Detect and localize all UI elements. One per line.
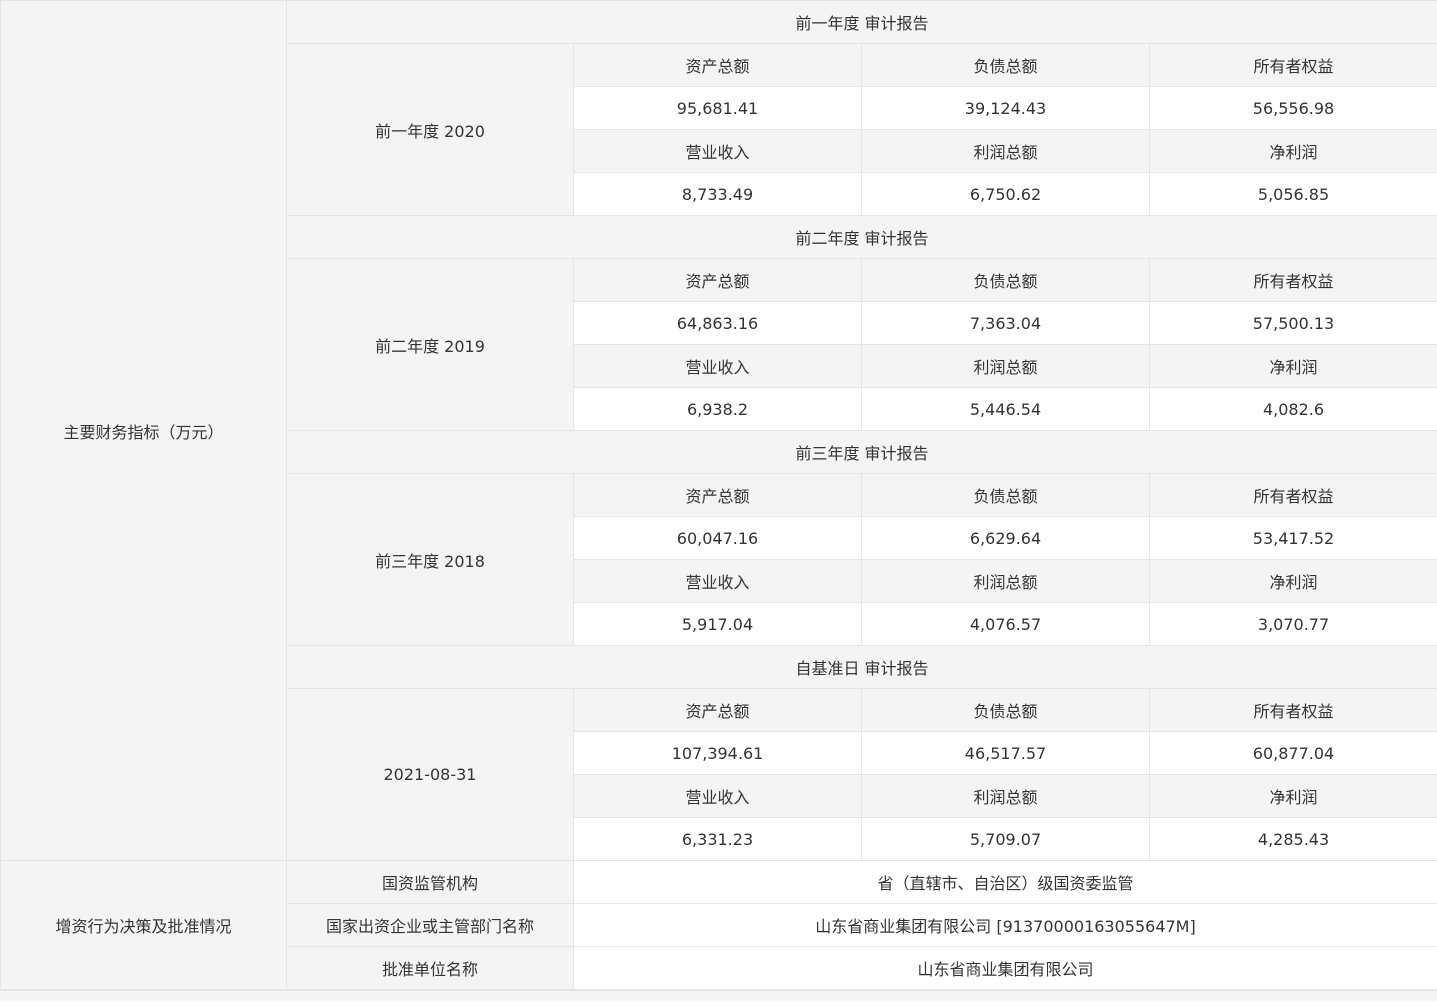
net-profit-label: 净利润 xyxy=(1148,129,1437,173)
total-liabilities-value: 7,363.04 xyxy=(861,301,1150,345)
total-profit-label: 利润总额 xyxy=(861,559,1150,603)
total-assets-label: 资产总额 xyxy=(573,43,862,87)
total-liabilities-label: 负债总额 xyxy=(861,473,1150,517)
period-header: 前一年度 审计报告 xyxy=(285,0,1437,44)
approval-row-value: 省（直辖市、自治区）级国资委监管 xyxy=(572,860,1437,904)
total-assets-label: 资产总额 xyxy=(573,688,862,732)
revenue-label: 营业收入 xyxy=(573,559,862,603)
revenue-value: 8,733.49 xyxy=(573,172,862,216)
financial-indicators-table: 主要财务指标（万元） 前一年度 审计报告 前一年度 2020 资产总额 负债总额… xyxy=(0,0,1437,990)
total-liabilities-label: 负债总额 xyxy=(861,688,1150,732)
total-profit-value: 6,750.62 xyxy=(861,172,1150,216)
total-assets-value: 60,047.16 xyxy=(573,516,862,560)
approval-section-label: 增资行为决策及批准情况 xyxy=(0,860,287,990)
total-profit-label: 利润总额 xyxy=(861,344,1150,388)
period-header: 前二年度 审计报告 xyxy=(285,215,1437,259)
net-profit-label: 净利润 xyxy=(1148,344,1437,388)
total-assets-label: 资产总额 xyxy=(573,473,862,517)
period-label: 前一年度 2020 xyxy=(286,43,574,216)
owners-equity-value: 57,500.13 xyxy=(1148,301,1437,345)
period-label: 前二年度 2019 xyxy=(286,258,574,431)
revenue-value: 6,938.2 xyxy=(573,387,862,431)
total-profit-value: 5,446.54 xyxy=(861,387,1150,431)
revenue-value: 6,331.23 xyxy=(573,817,862,861)
period-header: 自基准日 审计报告 xyxy=(285,645,1437,689)
period-header: 前三年度 审计报告 xyxy=(285,430,1437,474)
total-profit-value: 4,076.57 xyxy=(861,602,1150,646)
main-financial-label: 主要财务指标（万元） xyxy=(0,0,287,861)
revenue-value: 5,917.04 xyxy=(573,602,862,646)
approval-row: 增资行为决策及批准情况 国资监管机构 省（直辖市、自治区）级国资委监管 xyxy=(0,860,1437,990)
period-label: 2021-08-31 xyxy=(286,688,574,861)
total-assets-label: 资产总额 xyxy=(573,258,862,302)
owners-equity-label: 所有者权益 xyxy=(1148,43,1437,87)
owners-equity-label: 所有者权益 xyxy=(1148,258,1437,302)
bottom-divider xyxy=(0,990,1437,1001)
net-profit-value: 4,285.43 xyxy=(1148,817,1437,861)
approval-row-value: 山东省商业集团有限公司 [91370000163055647M] xyxy=(572,903,1437,947)
net-profit-label: 净利润 xyxy=(1148,559,1437,603)
owners-equity-value: 56,556.98 xyxy=(1148,86,1437,130)
owners-equity-label: 所有者权益 xyxy=(1148,473,1437,517)
total-assets-value: 107,394.61 xyxy=(573,731,862,775)
period-label: 前三年度 2018 xyxy=(286,473,574,646)
total-profit-label: 利润总额 xyxy=(861,129,1150,173)
owners-equity-value: 53,417.52 xyxy=(1148,516,1437,560)
net-profit-value: 5,056.85 xyxy=(1148,172,1437,216)
approval-row-label: 批准单位名称 xyxy=(286,946,574,990)
approval-row-value: 山东省商业集团有限公司 xyxy=(572,946,1437,990)
net-profit-value: 4,082.6 xyxy=(1148,387,1437,431)
total-liabilities-label: 负债总额 xyxy=(861,43,1150,87)
net-profit-label: 净利润 xyxy=(1148,774,1437,818)
approval-row-label: 国资监管机构 xyxy=(286,860,574,904)
total-profit-label: 利润总额 xyxy=(861,774,1150,818)
total-profit-value: 5,709.07 xyxy=(861,817,1150,861)
owners-equity-value: 60,877.04 xyxy=(1148,731,1437,775)
total-liabilities-value: 46,517.57 xyxy=(861,731,1150,775)
revenue-label: 营业收入 xyxy=(573,774,862,818)
total-assets-value: 95,681.41 xyxy=(573,86,862,130)
total-liabilities-value: 6,629.64 xyxy=(861,516,1150,560)
approval-row-label: 国家出资企业或主管部门名称 xyxy=(286,903,574,947)
revenue-label: 营业收入 xyxy=(573,344,862,388)
total-liabilities-value: 39,124.43 xyxy=(861,86,1150,130)
owners-equity-label: 所有者权益 xyxy=(1148,688,1437,732)
total-assets-value: 64,863.16 xyxy=(573,301,862,345)
period-header-row: 主要财务指标（万元） 前一年度 审计报告 xyxy=(0,0,1437,861)
net-profit-value: 3,070.77 xyxy=(1148,602,1437,646)
revenue-label: 营业收入 xyxy=(573,129,862,173)
total-liabilities-label: 负债总额 xyxy=(861,258,1150,302)
